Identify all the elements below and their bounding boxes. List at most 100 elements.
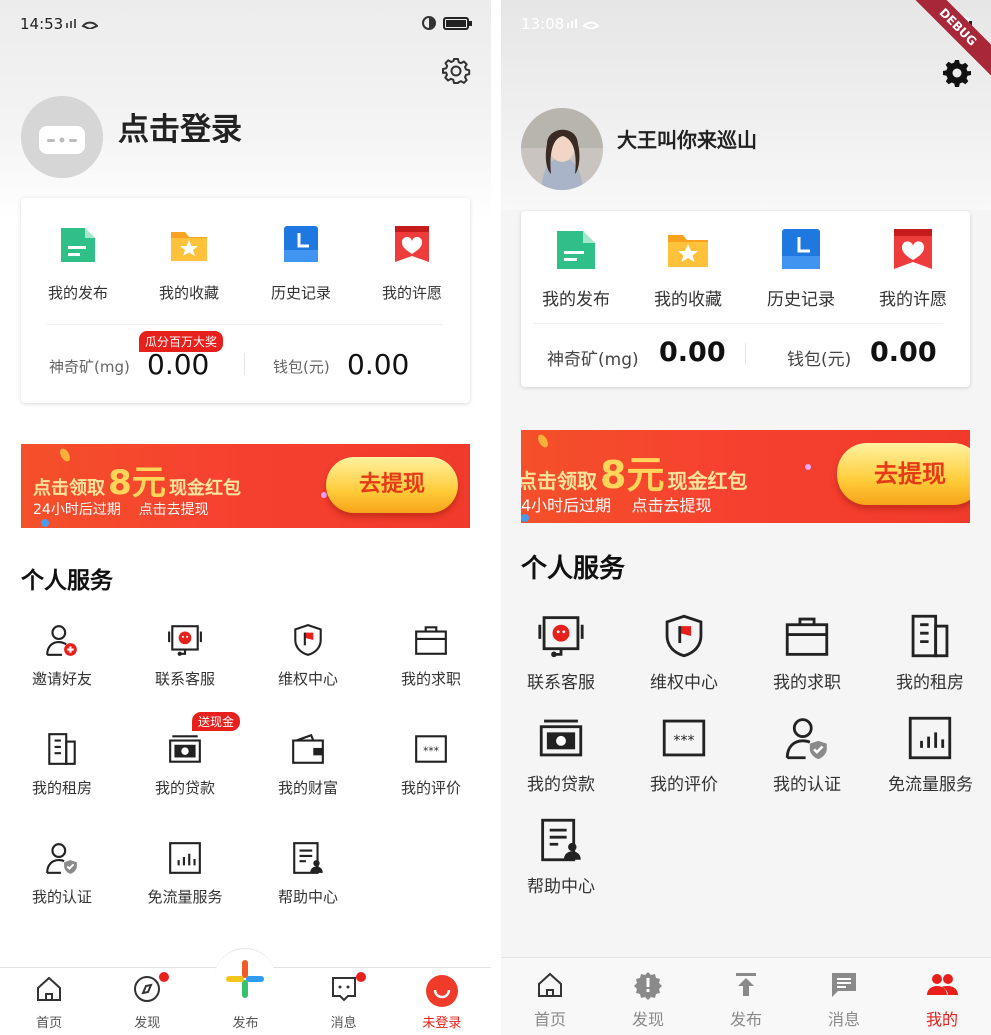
tab-badge[interactable]: 发现	[599, 958, 697, 1030]
red-packet-banner[interactable]: 点击领取8元 现金红包 4小时后过期 点击去提现 去提现	[521, 430, 970, 523]
battery-icon	[443, 17, 472, 30]
tab-home[interactable]: 首页	[501, 958, 599, 1030]
home-icon	[0, 974, 98, 1008]
service-item-rating[interactable]: *** 我的评价	[390, 731, 472, 798]
quick-item-favorite[interactable]: 我的收藏	[144, 224, 234, 303]
service-item-help-doc[interactable]: 帮助中心	[519, 816, 603, 897]
wallet-value[interactable]: 0.00	[347, 348, 409, 381]
service-item-cash[interactable]: 我的贷款	[144, 731, 226, 798]
banner-subline: 24小时后过期 点击去提现	[33, 502, 209, 518]
red-packet-banner[interactable]: 点击领取8元 现金红包 24小时后过期 点击去提现 去提现	[21, 444, 470, 528]
service-item-building[interactable]: 我的租房	[888, 612, 972, 693]
tab-profile[interactable]: 未登录	[393, 968, 491, 1031]
quick-label: 我的发布	[542, 290, 610, 310]
message-icon	[295, 974, 393, 1008]
service-label: 我的贷款	[527, 775, 595, 795]
login-prompt[interactable]: 点击登录	[118, 104, 242, 149]
quick-item-post[interactable]: 我的发布	[33, 224, 123, 303]
wallet-value[interactable]: 0.00	[870, 337, 937, 368]
tab-label: 消息	[827, 1010, 860, 1029]
quick-card: 我的发布 我的收藏 历史记录 我的许愿 神奇矿(mg) 0.00 钱包(元) 0…	[521, 211, 970, 387]
service-item-invite-friend[interactable]: 邀请好友	[21, 622, 103, 689]
compass-icon	[98, 974, 196, 1008]
service-item-rights-shield[interactable]: 维权中心	[267, 622, 349, 689]
quick-item-wish[interactable]: 我的许愿	[868, 227, 958, 310]
briefcase-icon	[783, 612, 831, 660]
settings-gear-icon[interactable]	[441, 56, 471, 86]
status-bar: 13:08	[501, 0, 991, 48]
withdraw-button[interactable]: 去提现	[326, 457, 458, 513]
quick-label: 历史记录	[270, 284, 331, 302]
banner-amount: 8元	[108, 463, 166, 503]
section-title: 个人服务	[521, 554, 626, 584]
service-label: 我的评价	[400, 779, 461, 797]
service-item-briefcase[interactable]: 我的求职	[765, 612, 849, 693]
service-label: 我的认证	[31, 888, 92, 906]
rights-shield-icon	[660, 612, 708, 660]
user-avatar[interactable]	[521, 108, 603, 190]
service-item-verified-user[interactable]: 我的认证	[765, 714, 849, 795]
briefcase-icon	[413, 622, 449, 658]
service-label: 免流量服务	[147, 888, 223, 906]
tab-message[interactable]: 消息	[295, 968, 393, 1031]
quick-item-history[interactable]: 历史记录	[756, 227, 846, 310]
service-item-customer-service[interactable]: 联系客服	[144, 622, 226, 689]
quick-card: 我的发布 我的收藏 历史记录 我的许愿 瓜分百万大奖 神奇矿(mg) 0.00 …	[21, 198, 470, 403]
verified-user-icon	[783, 714, 831, 762]
home-icon	[501, 970, 599, 1000]
settings-gear-icon[interactable]	[942, 58, 972, 88]
quick-item-history[interactable]: 历史记录	[256, 224, 346, 303]
service-label: 邀请好友	[31, 670, 92, 688]
tab-bar: 首页 发现 发布 消息 我的	[501, 957, 991, 1035]
quick-item-favorite[interactable]: 我的收藏	[643, 227, 733, 310]
service-item-briefcase[interactable]: 我的求职	[390, 622, 472, 689]
stats-divider	[244, 353, 245, 375]
service-item-rights-shield[interactable]: 维权中心	[642, 612, 726, 693]
tab-chat[interactable]: 消息	[795, 958, 893, 1030]
service-item-chart[interactable]: 免流量服务	[888, 714, 973, 795]
banner-text: 点击领取	[33, 478, 105, 499]
tab-label: 消息	[330, 1016, 357, 1031]
banner-text: 现金红包	[168, 478, 241, 499]
tab-home[interactable]: 首页	[0, 968, 98, 1031]
service-item-customer-service[interactable]: 联系客服	[519, 612, 603, 693]
tab-upload[interactable]: 发布	[697, 958, 795, 1030]
rating-icon: ***	[413, 731, 449, 767]
svg-text:***: ***	[673, 733, 694, 749]
wallet-label: 钱包(元)	[787, 350, 852, 370]
banner-text: 现金红包	[667, 469, 748, 493]
withdraw-button[interactable]: 去提现	[837, 443, 970, 505]
quick-label: 我的收藏	[654, 290, 722, 310]
quick-label: 历史记录	[767, 290, 835, 310]
confetti	[321, 492, 327, 498]
svg-text:***: ***	[423, 745, 439, 757]
username[interactable]: 大王叫你来巡山	[617, 124, 757, 153]
service-item-cash[interactable]: 我的贷款	[519, 714, 603, 795]
tab-label: 发现	[134, 1016, 161, 1031]
service-item-building[interactable]: 我的租房	[21, 731, 103, 798]
tab-label: 首页	[36, 1016, 63, 1031]
confetti	[41, 519, 49, 527]
service-item-wallet[interactable]: 我的财富	[267, 731, 349, 798]
service-label: 帮助中心	[277, 888, 338, 906]
publish-plus-icon[interactable]	[222, 956, 268, 1002]
quick-item-wish[interactable]: 我的许愿	[367, 224, 457, 303]
quick-label: 我的收藏	[158, 284, 219, 302]
service-item-help-doc[interactable]: 帮助中心	[267, 840, 349, 907]
service-label: 我的求职	[400, 670, 461, 688]
service-item-chart[interactable]: 免流量服务	[144, 840, 226, 907]
mineral-value[interactable]: 0.00	[147, 348, 209, 381]
tab-compass[interactable]: 发现	[98, 968, 196, 1031]
service-item-rating[interactable]: *** 我的评价	[642, 714, 726, 795]
default-avatar[interactable]	[21, 96, 103, 178]
cash-icon	[537, 714, 585, 762]
banner-subline: 4小时后过期 点击去提现	[521, 496, 712, 515]
mineral-value[interactable]: 0.00	[659, 337, 726, 368]
wallet-icon	[290, 731, 326, 767]
quick-item-post[interactable]: 我的发布	[531, 227, 621, 310]
service-item-verified-user[interactable]: 我的认证	[21, 840, 103, 907]
status-bar: 14:53	[0, 0, 491, 48]
tab-people[interactable]: 我的	[893, 958, 991, 1030]
service-label: 维权中心	[277, 670, 338, 688]
customer-service-icon	[537, 612, 585, 660]
